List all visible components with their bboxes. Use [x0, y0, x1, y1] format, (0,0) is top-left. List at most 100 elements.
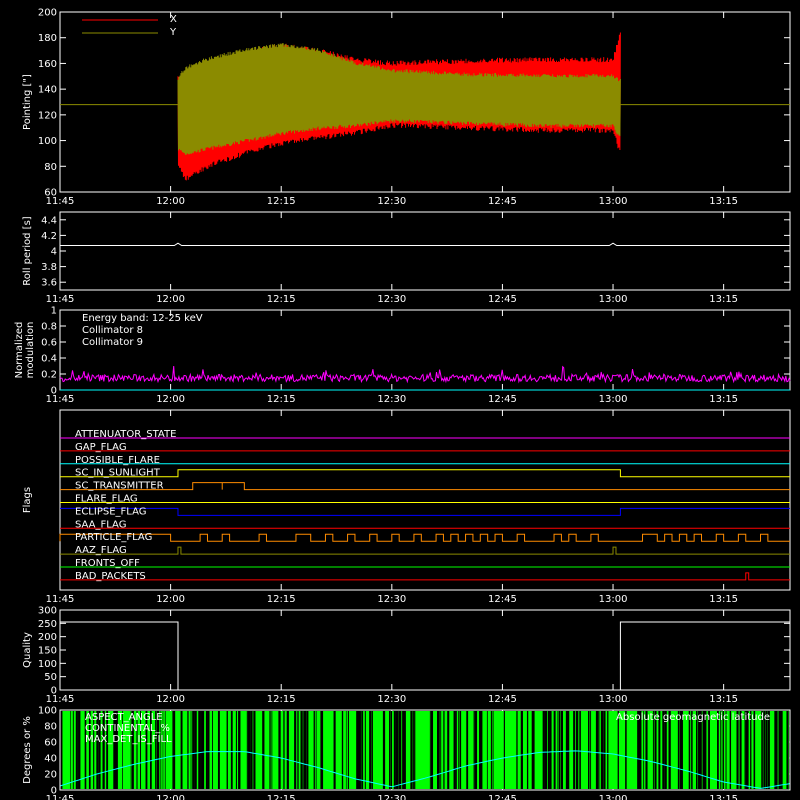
gap-bar	[516, 711, 518, 789]
x-tick-label: 13:00	[599, 694, 628, 705]
gap-bar	[271, 711, 273, 789]
y-tick-label: 100	[38, 136, 57, 147]
gap-bar	[69, 711, 71, 789]
gap-bar	[455, 711, 457, 789]
y-tick-label: 40	[44, 754, 57, 765]
gap-bar	[200, 711, 202, 789]
gap-bar	[316, 711, 317, 789]
gap-bar	[466, 711, 469, 789]
gap-bar	[198, 711, 201, 789]
x-tick-label: 12:15	[267, 794, 296, 800]
gap-bar	[403, 711, 406, 789]
gap-bar	[389, 711, 391, 789]
x-tick-label: 12:45	[488, 394, 517, 405]
gap-bar	[278, 711, 281, 789]
y-tick-label: 0	[51, 686, 57, 697]
x-tick-label: 12:00	[156, 794, 185, 800]
gap-bar	[205, 711, 208, 789]
y-axis-label: Pointing ["]	[22, 74, 33, 130]
gap-bar	[313, 711, 315, 789]
x-tick-label: 12:00	[156, 594, 185, 605]
gap-bar	[579, 711, 580, 789]
gap-bar	[607, 711, 609, 789]
gap-bar	[304, 711, 307, 789]
y-tick-label: 80	[44, 722, 57, 733]
y-tick-label: 200	[38, 632, 57, 643]
y-tick-label: 3.6	[41, 278, 57, 289]
x-tick-label: 13:00	[599, 394, 628, 405]
y-tick-label: 0.4	[41, 354, 57, 365]
gap-bar	[248, 711, 251, 789]
legend-left-2: MAX_DET_IS_FILL	[85, 734, 172, 745]
x-tick-label: 12:00	[156, 694, 185, 705]
y-tick-label: 0.2	[41, 370, 57, 381]
legend-right-label: Absolute geomagnetic latitude	[616, 712, 770, 723]
x-tick-label: 13:15	[709, 196, 738, 207]
y-tick-label: 4.4	[41, 215, 57, 226]
legend-collimator-8: Collimator 8	[82, 325, 143, 336]
gap-bar	[600, 711, 604, 789]
x-tick-label: 12:15	[267, 196, 296, 207]
flag-label-eclipse-flag: ECLIPSE_FLAG	[75, 506, 146, 517]
x-tick-label: 12:15	[267, 694, 296, 705]
x-tick-label: 12:45	[488, 196, 517, 207]
gap-bar	[371, 711, 373, 789]
y-tick-label: 50	[44, 672, 57, 683]
gap-bar	[320, 711, 324, 789]
flag-label-fronts-off: FRONTS_OFF	[75, 558, 140, 569]
gap-bar	[430, 711, 433, 789]
gap-bar	[341, 711, 344, 789]
y-tick-label: 60	[44, 188, 57, 199]
x-tick-label: 13:00	[599, 294, 628, 305]
gap-bar	[269, 711, 271, 789]
y-axis-label: Roll period [s]	[22, 216, 33, 285]
x-tick-label: 13:00	[599, 594, 628, 605]
flag-label-sc-transmitter: SC_TRANSMITTER	[75, 481, 164, 492]
gap-bar	[598, 711, 600, 789]
gap-bar	[448, 711, 450, 789]
geomag-panel: 11:45 12:00 12:15 12:30 12:45 13:00 13:1502040…	[22, 706, 791, 800]
gap-bar	[547, 711, 550, 789]
gap-bar	[440, 711, 442, 789]
y-axis-label: modulation	[25, 322, 36, 379]
gap-bar	[235, 711, 237, 789]
gap-bar	[437, 711, 439, 789]
x-tick-label: 13:15	[709, 394, 738, 405]
gap-bar	[579, 711, 581, 789]
x-tick-label: 11:45	[46, 294, 75, 305]
y-tick-label: 120	[38, 110, 57, 121]
x-tick-label: 12:00	[156, 294, 185, 305]
y-tick-label: 250	[38, 619, 57, 630]
gap-bar	[230, 711, 233, 789]
x-tick-label: 13:15	[709, 794, 738, 800]
gap-bar	[72, 711, 74, 789]
gap-bar	[396, 711, 399, 789]
y-tick-label: 0.6	[41, 338, 57, 349]
gap-bar	[286, 711, 289, 789]
gap-bar	[194, 711, 195, 789]
gap-bar	[180, 711, 183, 789]
gap-bar	[520, 711, 523, 789]
gap-bar	[201, 711, 205, 789]
gap-bar	[777, 711, 779, 789]
legend-collimator-9: Collimator 9	[82, 337, 143, 348]
gap-bar	[361, 711, 364, 789]
gap-bar	[250, 711, 253, 789]
gap-bar	[453, 711, 456, 789]
gap-bar	[364, 711, 366, 789]
summary-figure: 11:45 12:00 12:15 12:30 12:45 13:00 13:15 60 80 1…	[0, 0, 800, 800]
x-tick-label: 12:00	[156, 394, 185, 405]
x-tick-label: 12:15	[267, 394, 296, 405]
x-tick-label: 12:30	[377, 694, 406, 705]
y-tick-label: 0	[51, 386, 57, 397]
gap-bar	[588, 711, 590, 789]
gap-bar	[252, 711, 254, 789]
gap-bar	[297, 711, 299, 789]
gap-bar	[576, 711, 579, 789]
y-tick-label: 20	[44, 770, 57, 781]
legend-y-label: Y	[169, 27, 177, 38]
y-tick-label: 160	[38, 59, 57, 70]
x-tick-label: 13:15	[709, 694, 738, 705]
gap-bar	[383, 711, 386, 789]
x-tick-label: 12:45	[488, 594, 517, 605]
